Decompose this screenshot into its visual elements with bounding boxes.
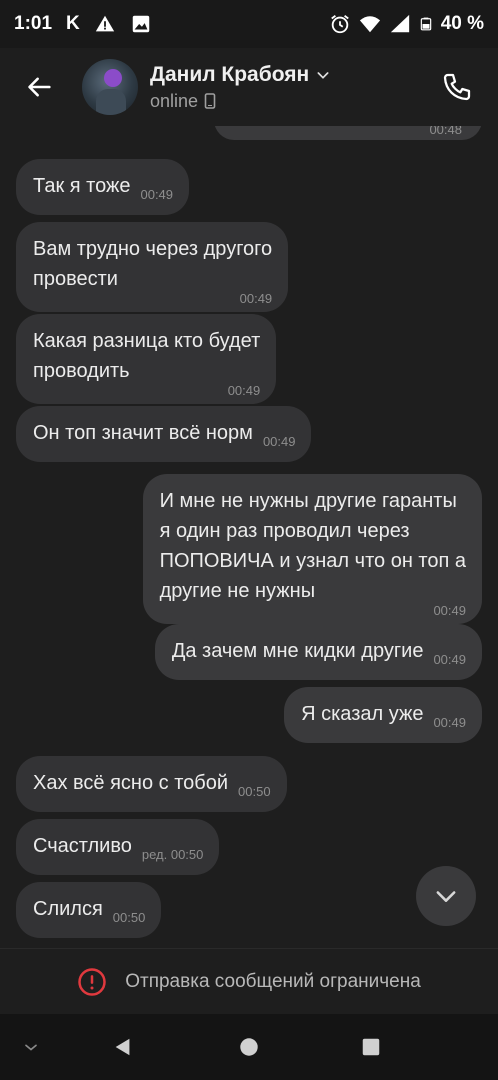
message-time: 00:49 bbox=[239, 291, 273, 306]
message-bubble-in[interactable]: Так я тоже 00:49 bbox=[16, 159, 190, 215]
wifi-icon bbox=[359, 16, 380, 33]
system-navigation-bar bbox=[0, 1014, 498, 1080]
message-time: 00:50 bbox=[112, 910, 146, 925]
chevron-down-scroll-icon bbox=[436, 891, 456, 902]
status-time: 1:01 bbox=[14, 13, 53, 34]
message-bubble-out[interactable]: Да зачем мне кидки другие 00:49 bbox=[154, 624, 482, 680]
phone-icon bbox=[443, 73, 471, 101]
nav-recents-button[interactable] bbox=[356, 1032, 386, 1062]
message-bubble-in[interactable]: Счастливо ред. 00:50 bbox=[16, 819, 220, 875]
message-time: 00:49 bbox=[433, 603, 466, 618]
scroll-to-bottom-button[interactable] bbox=[416, 866, 476, 926]
chat-header: Данил Крабоян online bbox=[0, 48, 498, 126]
nav-home-button[interactable] bbox=[234, 1032, 264, 1062]
message-text: Да зачем мне кидки другие bbox=[171, 640, 424, 662]
alert-icon bbox=[95, 15, 114, 32]
nav-home-icon bbox=[240, 1038, 258, 1056]
message-time: 00:49 bbox=[433, 715, 466, 730]
message-text: Слился bbox=[33, 898, 103, 920]
partial-message-bubble[interactable]: 00:48 bbox=[214, 126, 482, 140]
back-button[interactable] bbox=[22, 69, 58, 105]
message-text: Так я тоже bbox=[33, 175, 131, 197]
nav-back-icon bbox=[115, 1038, 130, 1056]
back-arrow-icon bbox=[28, 77, 51, 97]
contact-info[interactable]: Данил Крабоян online bbox=[150, 63, 331, 112]
message-bubble-in[interactable]: Какая разница кто будет проводить 00:49 bbox=[16, 314, 277, 404]
image-icon bbox=[132, 15, 150, 33]
nav-recents-icon bbox=[362, 1038, 380, 1056]
message-time: 00:49 bbox=[140, 187, 174, 202]
message-text: Какая разница кто будет проводить bbox=[33, 330, 261, 382]
message-text: Счастливо bbox=[33, 835, 132, 857]
avatar[interactable] bbox=[82, 59, 138, 115]
message-bubble-in[interactable]: Вам трудно через другого провести 00:49 bbox=[16, 222, 289, 312]
message-time: 00:48 bbox=[429, 126, 462, 137]
alarm-icon bbox=[330, 15, 349, 34]
mobile-device-icon bbox=[204, 93, 216, 109]
message-time: 00:50 bbox=[238, 784, 271, 799]
message-bubble-in[interactable]: Он топ значит всё норм 00:49 bbox=[16, 406, 312, 462]
message-bubble-out[interactable]: И мне не нужны другие гаранты я один раз… bbox=[142, 474, 482, 624]
message-text: Хах всё ясно с тобой bbox=[33, 772, 229, 794]
contact-name: Данил Крабоян bbox=[150, 62, 310, 86]
nav-collapse-button[interactable] bbox=[16, 1032, 46, 1062]
message-text: Он топ значит всё норм bbox=[33, 422, 253, 444]
carrier-letter: K bbox=[66, 13, 80, 34]
message-list[interactable]: 00:48 Так я тоже 00:49 Вам трудно через д… bbox=[0, 126, 498, 946]
message-text: Вам трудно через другого провести bbox=[33, 238, 273, 290]
warning-icon bbox=[78, 967, 106, 996]
contact-status: online bbox=[150, 90, 199, 111]
signal-icon bbox=[390, 14, 409, 33]
battery-percent: 40 % bbox=[440, 13, 484, 34]
message-bubble-in[interactable]: Слился 00:50 bbox=[16, 882, 162, 938]
message-time: ред. 00:50 bbox=[141, 847, 204, 862]
battery-icon bbox=[420, 17, 431, 31]
message-bubble-in[interactable]: Хах всё ясно с тобой 00:50 bbox=[16, 756, 287, 812]
message-time: 00:49 bbox=[262, 434, 296, 449]
message-time: 00:49 bbox=[433, 652, 466, 667]
restriction-text: Отправка сообщений ограничена bbox=[125, 970, 421, 992]
message-text: И мне не нужны другие гаранты я один раз… bbox=[159, 490, 466, 602]
chevron-down-nav-icon bbox=[25, 1044, 37, 1051]
message-text: Я сказал уже bbox=[301, 703, 424, 725]
nav-back-button[interactable] bbox=[108, 1032, 138, 1062]
chevron-down-icon bbox=[317, 71, 329, 79]
messaging-restricted-banner: Отправка сообщений ограничена bbox=[0, 948, 498, 1014]
call-button[interactable] bbox=[436, 66, 478, 108]
message-bubble-out[interactable]: Я сказал уже 00:49 bbox=[284, 687, 482, 743]
message-time: 00:49 bbox=[227, 383, 261, 398]
status-bar: 1:01 K 40 % bbox=[0, 0, 498, 48]
